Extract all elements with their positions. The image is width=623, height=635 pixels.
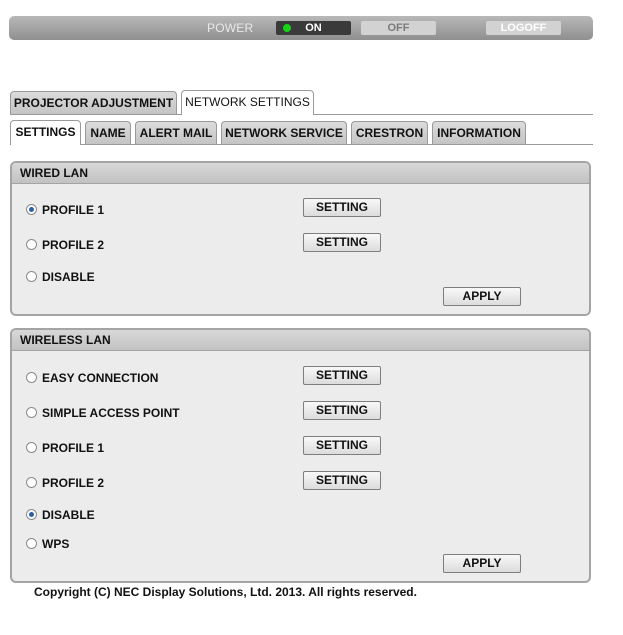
wired-disable-label: DISABLE <box>42 270 95 284</box>
logoff-button[interactable]: LOGOFF <box>486 21 561 35</box>
tab-crestron[interactable]: CRESTRON <box>351 121 428 144</box>
power-bar: POWER ON OFF LOGOFF <box>9 16 593 40</box>
tab-name[interactable]: NAME <box>85 121 131 144</box>
tab-settings[interactable]: SETTINGS <box>10 120 81 145</box>
wired-lan-title: WIRED LAN <box>12 163 589 184</box>
wired-disable-radio[interactable] <box>26 271 37 282</box>
wireless-disable-radio[interactable] <box>26 509 37 520</box>
wireless-wps-label: WPS <box>42 537 70 551</box>
power-label: POWER <box>207 21 254 35</box>
wireless-disable-label: DISABLE <box>42 508 95 522</box>
tab-network-service[interactable]: NETWORK SERVICE <box>221 121 347 144</box>
wireless-simple-access-point-setting-button[interactable]: SETTING <box>303 401 381 420</box>
wireless-profile-1-radio[interactable] <box>26 442 37 453</box>
sub-tabs-divider <box>10 144 593 145</box>
power-off-button[interactable]: OFF <box>361 21 436 35</box>
wired-profile-1-setting-button[interactable]: SETTING <box>303 198 381 217</box>
wired-profile-1-label: PROFILE 1 <box>42 203 105 217</box>
wireless-apply-button[interactable]: APPLY <box>443 554 521 573</box>
wireless-lan-title: WIRELESS LAN <box>12 330 589 351</box>
wireless-profile-2-label: PROFILE 2 <box>42 476 105 490</box>
wireless-easy-connection-setting-button[interactable]: SETTING <box>303 366 381 385</box>
wireless-profile-2-radio[interactable] <box>26 477 37 488</box>
wireless-wps-radio[interactable] <box>26 538 37 549</box>
wired-profile-1-radio[interactable] <box>26 204 37 215</box>
power-on-label: ON <box>305 22 322 34</box>
tab-alert-mail[interactable]: ALERT MAIL <box>135 121 217 144</box>
wired-profile-2-setting-button[interactable]: SETTING <box>303 233 381 252</box>
wireless-easy-connection-radio[interactable] <box>26 372 37 383</box>
power-on-led-icon <box>283 24 291 32</box>
wired-profile-2-label: PROFILE 2 <box>42 238 105 252</box>
wireless-profile-2-setting-button[interactable]: SETTING <box>303 471 381 490</box>
wireless-simple-access-point-radio[interactable] <box>26 407 37 418</box>
wireless-simple-access-point-label: SIMPLE ACCESS POINT <box>42 406 180 420</box>
wireless-profile-1-setting-button[interactable]: SETTING <box>303 436 381 455</box>
copyright-text: Copyright (C) NEC Display Solutions, Ltd… <box>34 585 417 599</box>
wireless-lan-panel: WIRELESS LAN EASY CONNECTION SETTING SIM… <box>10 328 591 583</box>
wireless-easy-connection-label: EASY CONNECTION <box>42 371 159 385</box>
wired-profile-2-radio[interactable] <box>26 239 37 250</box>
tab-information[interactable]: INFORMATION <box>432 121 526 144</box>
tab-projector-adjustment[interactable]: PROJECTOR ADJUSTMENT <box>10 91 177 114</box>
tab-network-settings[interactable]: NETWORK SETTINGS <box>181 90 314 115</box>
wireless-profile-1-label: PROFILE 1 <box>42 441 105 455</box>
power-on-button[interactable]: ON <box>276 21 351 35</box>
wired-lan-panel: WIRED LAN PROFILE 1 SETTING PROFILE 2 SE… <box>10 161 591 316</box>
wired-apply-button[interactable]: APPLY <box>443 287 521 306</box>
